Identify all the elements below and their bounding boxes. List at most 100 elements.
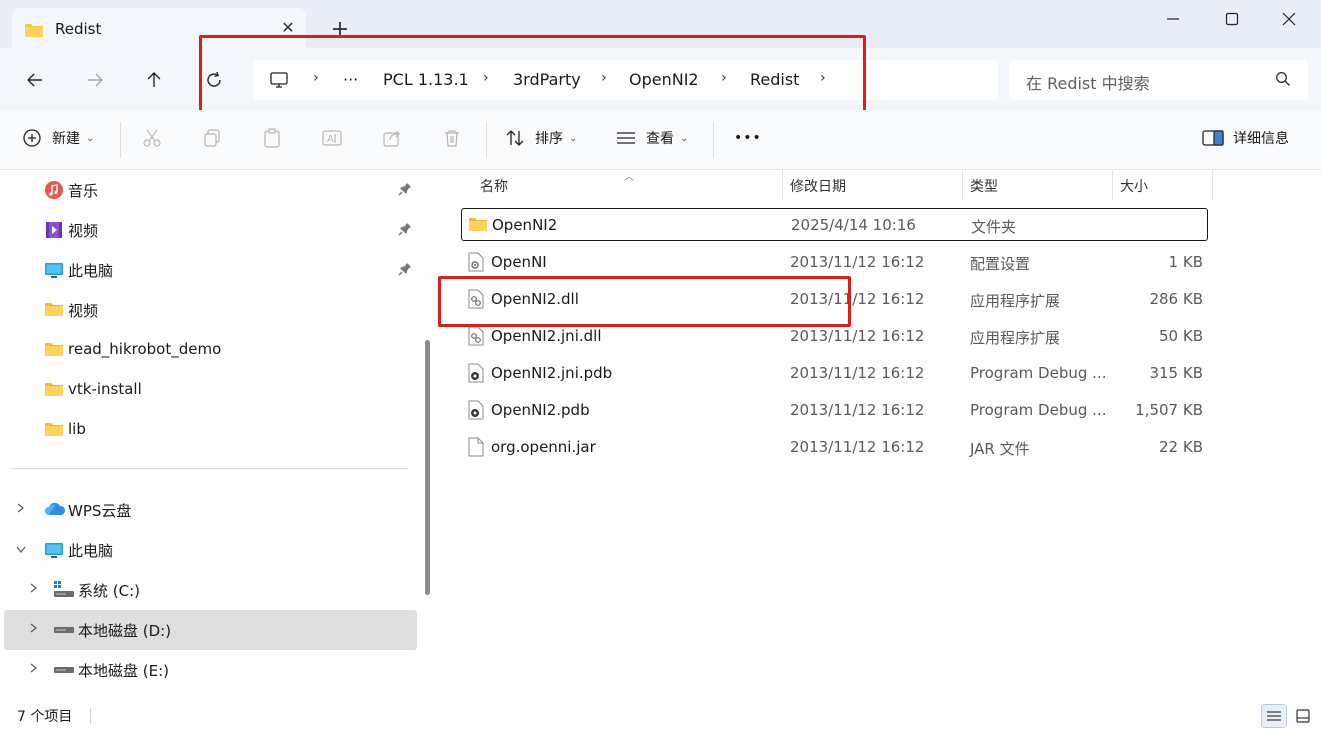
highlight-box-address — [199, 35, 866, 121]
minimize-button[interactable] — [1150, 2, 1196, 36]
more-options-button[interactable]: ••• — [734, 130, 762, 146]
svg-text:A: A — [327, 134, 334, 145]
sidebar-item-label: vtk-install — [68, 380, 142, 398]
file-size: 315 KB — [1149, 364, 1203, 382]
chevron-down-icon: ⌄ — [569, 132, 578, 144]
sidebar-scrollbar-thumb[interactable] — [425, 340, 430, 595]
column-divider[interactable] — [1212, 170, 1213, 200]
sidebar-item-drive-e[interactable]: 本地磁盘 (E:) — [0, 650, 417, 690]
sidebar-item-label: 音乐 — [68, 182, 99, 200]
new-button[interactable]: 新建 ⌄ — [22, 128, 94, 148]
maximize-button[interactable] — [1209, 2, 1255, 36]
file-row-openni2-jni-pdb[interactable]: OpenNI2.jni.pdb 2013/11/12 16:12 Program… — [461, 357, 1208, 390]
search-icon[interactable] — [1275, 71, 1291, 91]
share-button[interactable] — [382, 128, 402, 148]
pin-icon[interactable] — [398, 182, 412, 200]
file-name: OpenNI2.jni.dll — [491, 327, 602, 345]
search-input[interactable]: 在 Redist 中搜索 — [1009, 60, 1308, 100]
file-date: 2025/4/14 10:16 — [791, 216, 916, 234]
sidebar-item-vtk-install[interactable]: vtk-install — [0, 370, 417, 410]
file-name: OpenNI2.jni.pdb — [491, 364, 613, 382]
file-type: Program Debug ... — [970, 364, 1107, 382]
chevron-right-icon[interactable] — [14, 501, 26, 519]
file-type: 文件夹 — [971, 218, 1017, 236]
sidebar-item-read-hikrobot-demo[interactable]: read_hikrobot_demo — [0, 330, 417, 370]
details-pane-button[interactable]: 详细信息 — [1202, 128, 1289, 148]
chevron-right-icon[interactable] — [27, 581, 39, 599]
chevron-right-icon[interactable] — [27, 621, 39, 639]
file-name: org.openni.jar — [491, 438, 596, 456]
forward-button[interactable] — [78, 64, 112, 96]
sidebar-item-wps-cloud[interactable]: WPS云盘 — [0, 490, 417, 530]
sort-ascending-icon: ︿ — [624, 172, 634, 183]
copy-button[interactable] — [202, 128, 222, 148]
column-divider[interactable] — [962, 170, 963, 200]
sidebar-item-lib[interactable]: lib — [0, 410, 417, 450]
sort-icon — [506, 130, 524, 146]
file-size: 1 KB — [1168, 253, 1203, 271]
paste-button[interactable] — [262, 128, 282, 148]
music-icon — [44, 180, 64, 200]
file-size: 286 KB — [1149, 290, 1203, 308]
details-view-button[interactable] — [1261, 704, 1287, 728]
pin-icon[interactable] — [398, 262, 412, 280]
column-header-date[interactable]: 修改日期 — [790, 176, 846, 206]
arrow-up-icon — [147, 72, 161, 87]
sort-button[interactable]: 排序 ⌄ — [505, 128, 577, 148]
rename-button[interactable]: A — [322, 128, 342, 148]
cut-button[interactable] — [142, 128, 162, 148]
sidebar-item-music[interactable]: 音乐 — [0, 170, 417, 210]
highlight-box-dll — [438, 276, 851, 327]
pin-icon[interactable] — [398, 222, 412, 240]
plus-circle-icon — [23, 129, 41, 147]
copy-icon — [204, 129, 220, 147]
file-row-openni2-folder[interactable]: OpenNI2 2025/4/14 10:16 文件夹 — [461, 208, 1208, 241]
folder-icon — [44, 420, 64, 440]
share-icon — [383, 130, 400, 147]
column-header-size[interactable]: 大小 — [1120, 176, 1148, 206]
back-button[interactable] — [18, 64, 52, 96]
sidebar-item-this-pc[interactable]: 此电脑 — [0, 530, 417, 570]
sidebar-item-label: 此电脑 — [68, 262, 114, 280]
column-divider[interactable] — [1112, 170, 1113, 200]
delete-button[interactable] — [442, 128, 462, 148]
arrow-left-icon — [27, 73, 42, 87]
file-type: 应用程序扩展 — [970, 292, 1061, 310]
details-pane-icon — [1202, 130, 1224, 146]
file-type: 应用程序扩展 — [970, 329, 1061, 347]
file-row-openni2-pdb[interactable]: OpenNI2.pdb 2013/11/12 16:12 Program Deb… — [461, 394, 1208, 427]
sidebar-item-drive-c[interactable]: 系统 (C:) — [0, 570, 417, 610]
toolbar-divider — [713, 122, 714, 158]
trash-icon — [445, 130, 459, 147]
chevron-down-icon[interactable] — [14, 541, 28, 559]
column-header-name[interactable]: 名称 — [480, 176, 508, 206]
dll-file-icon — [467, 326, 487, 346]
file-row-org-openni-jar[interactable]: org.openni.jar 2013/11/12 16:12 JAR 文件 2… — [461, 431, 1208, 464]
file-date: 2013/11/12 16:12 — [790, 438, 925, 456]
sidebar-item-label: 本地磁盘 (D:) — [78, 622, 172, 640]
sidebar-item-label: 此电脑 — [68, 542, 114, 560]
sidebar-item-label: 视频 — [68, 302, 99, 320]
file-explorer-window: Redist ✕ + › ··· PCL 1.13.1 › 3rdParty ›… — [0, 0, 1321, 730]
sidebar-item-videos[interactable]: 视频 — [0, 210, 417, 250]
sidebar-item-this-pc-pinned[interactable]: 此电脑 — [0, 250, 417, 290]
tab-title: Redist — [55, 20, 102, 38]
tiles-view-button[interactable] — [1290, 704, 1316, 728]
toolbar-divider — [120, 122, 121, 158]
pdb-file-icon — [467, 400, 487, 420]
folder-icon — [24, 22, 44, 42]
up-button[interactable] — [137, 64, 171, 96]
view-button[interactable]: 查看 ⌄ — [616, 128, 688, 148]
scissors-icon — [143, 129, 161, 147]
sidebar-item-folder-videos[interactable]: 视频 — [0, 290, 417, 330]
column-header-type[interactable]: 类型 — [970, 176, 998, 206]
file-date: 2013/11/12 16:12 — [790, 401, 925, 419]
toolbar-divider — [486, 122, 487, 158]
column-divider[interactable] — [782, 170, 783, 200]
close-window-button[interactable] — [1266, 2, 1312, 36]
file-type: Program Debug ... — [970, 401, 1107, 419]
file-size: 1,507 KB — [1135, 401, 1203, 419]
sidebar-item-drive-d[interactable]: 本地磁盘 (D:) — [4, 610, 417, 650]
chevron-right-icon[interactable] — [27, 661, 39, 679]
file-row-openni-config[interactable]: OpenNI 2013/11/12 16:12 配置设置 1 KB — [461, 246, 1208, 279]
